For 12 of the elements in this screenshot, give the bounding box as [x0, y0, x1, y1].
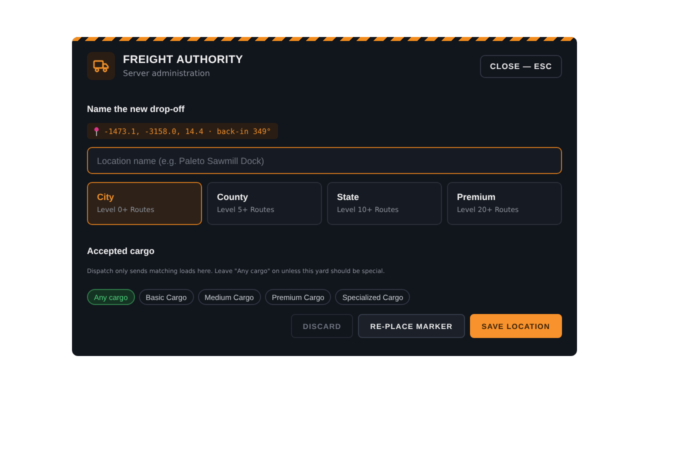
close-button[interactable]: CLOSE — ESC: [480, 54, 562, 78]
tier-name: Premium: [457, 192, 497, 202]
app-title: FREIGHT AUTHORITY: [123, 54, 244, 66]
tier-name: City: [97, 192, 116, 202]
truck-icon: [87, 52, 115, 80]
tier-name: County: [217, 192, 249, 202]
section-heading: Accepted cargo: [87, 246, 156, 256]
tier-name: State: [337, 192, 360, 202]
section-heading: Name the new drop-off: [87, 104, 186, 114]
pin-icon: [94, 126, 99, 136]
app-subtitle: Server administration: [123, 69, 211, 78]
location-name-field[interactable]: Location name (e.g. Paleto Sawmill Dock): [87, 147, 562, 174]
